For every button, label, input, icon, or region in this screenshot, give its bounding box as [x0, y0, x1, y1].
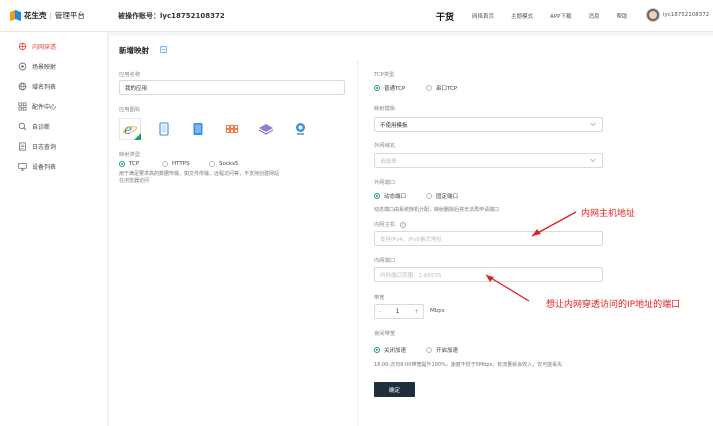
host-annotation: 内网主机地址 — [581, 209, 636, 219]
port-annotation: 想让内网穿透访问的IP地址的端口 — [546, 300, 681, 310]
